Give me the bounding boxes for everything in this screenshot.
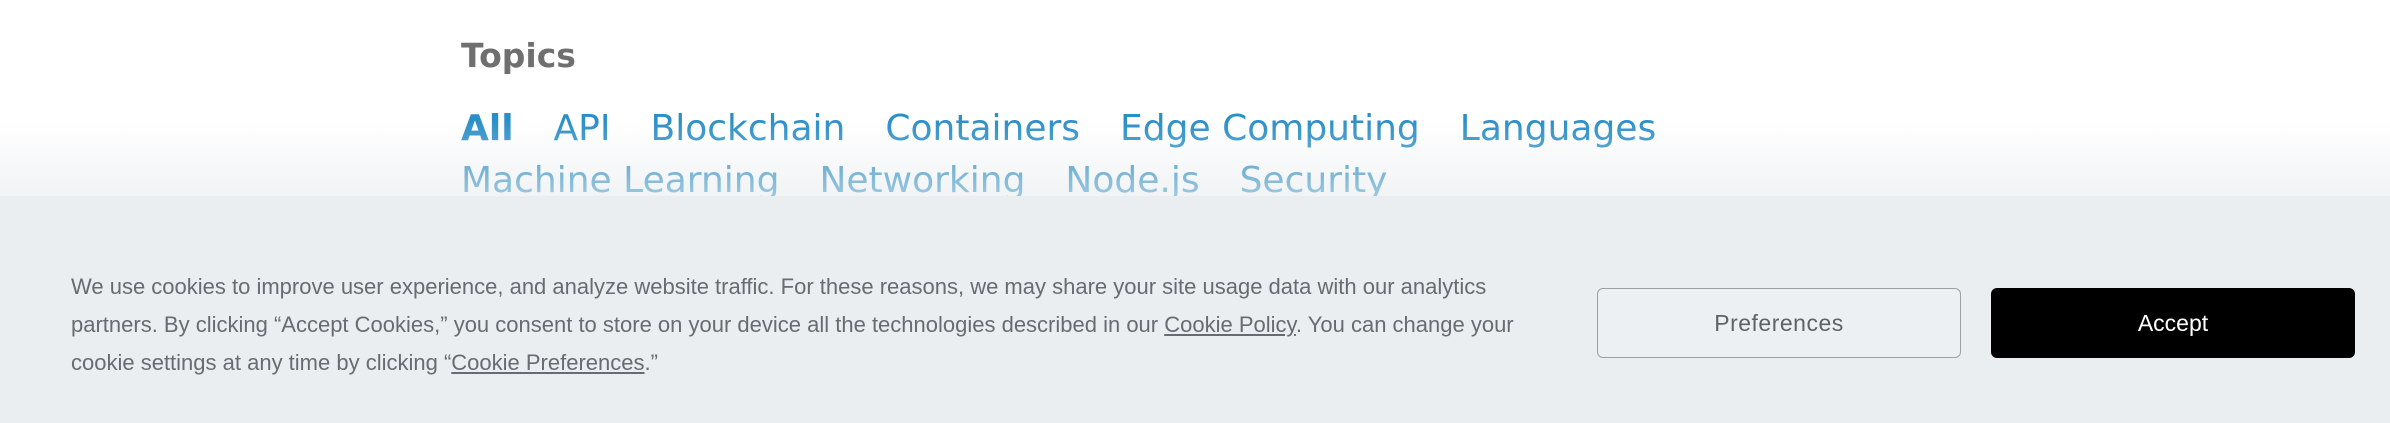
cookie-banner: We use cookies to improve user experienc… [0, 196, 2390, 423]
topic-link-api[interactable]: API [554, 106, 611, 152]
cookie-notice-text: We use cookies to improve user experienc… [71, 268, 1541, 382]
accept-button[interactable]: Accept [1991, 288, 2355, 358]
cookie-policy-link[interactable]: Cookie Policy [1164, 312, 1296, 337]
topics-section: Topics All API Blockchain Containers Edg… [461, 30, 1961, 204]
topics-heading: Topics [461, 36, 576, 75]
topic-link-all[interactable]: All [461, 106, 514, 152]
topic-link-containers[interactable]: Containers [885, 106, 1080, 152]
cookie-text-part3: .” [644, 350, 658, 375]
topic-link-edge-computing[interactable]: Edge Computing [1120, 106, 1420, 152]
topic-link-languages[interactable]: Languages [1460, 106, 1656, 152]
topic-link-blockchain[interactable]: Blockchain [651, 106, 846, 152]
preferences-button[interactable]: Preferences [1597, 288, 1961, 358]
cookie-preferences-link[interactable]: Cookie Preferences [451, 350, 644, 375]
topic-filter-list: All API Blockchain Containers Edge Compu… [461, 106, 1961, 204]
